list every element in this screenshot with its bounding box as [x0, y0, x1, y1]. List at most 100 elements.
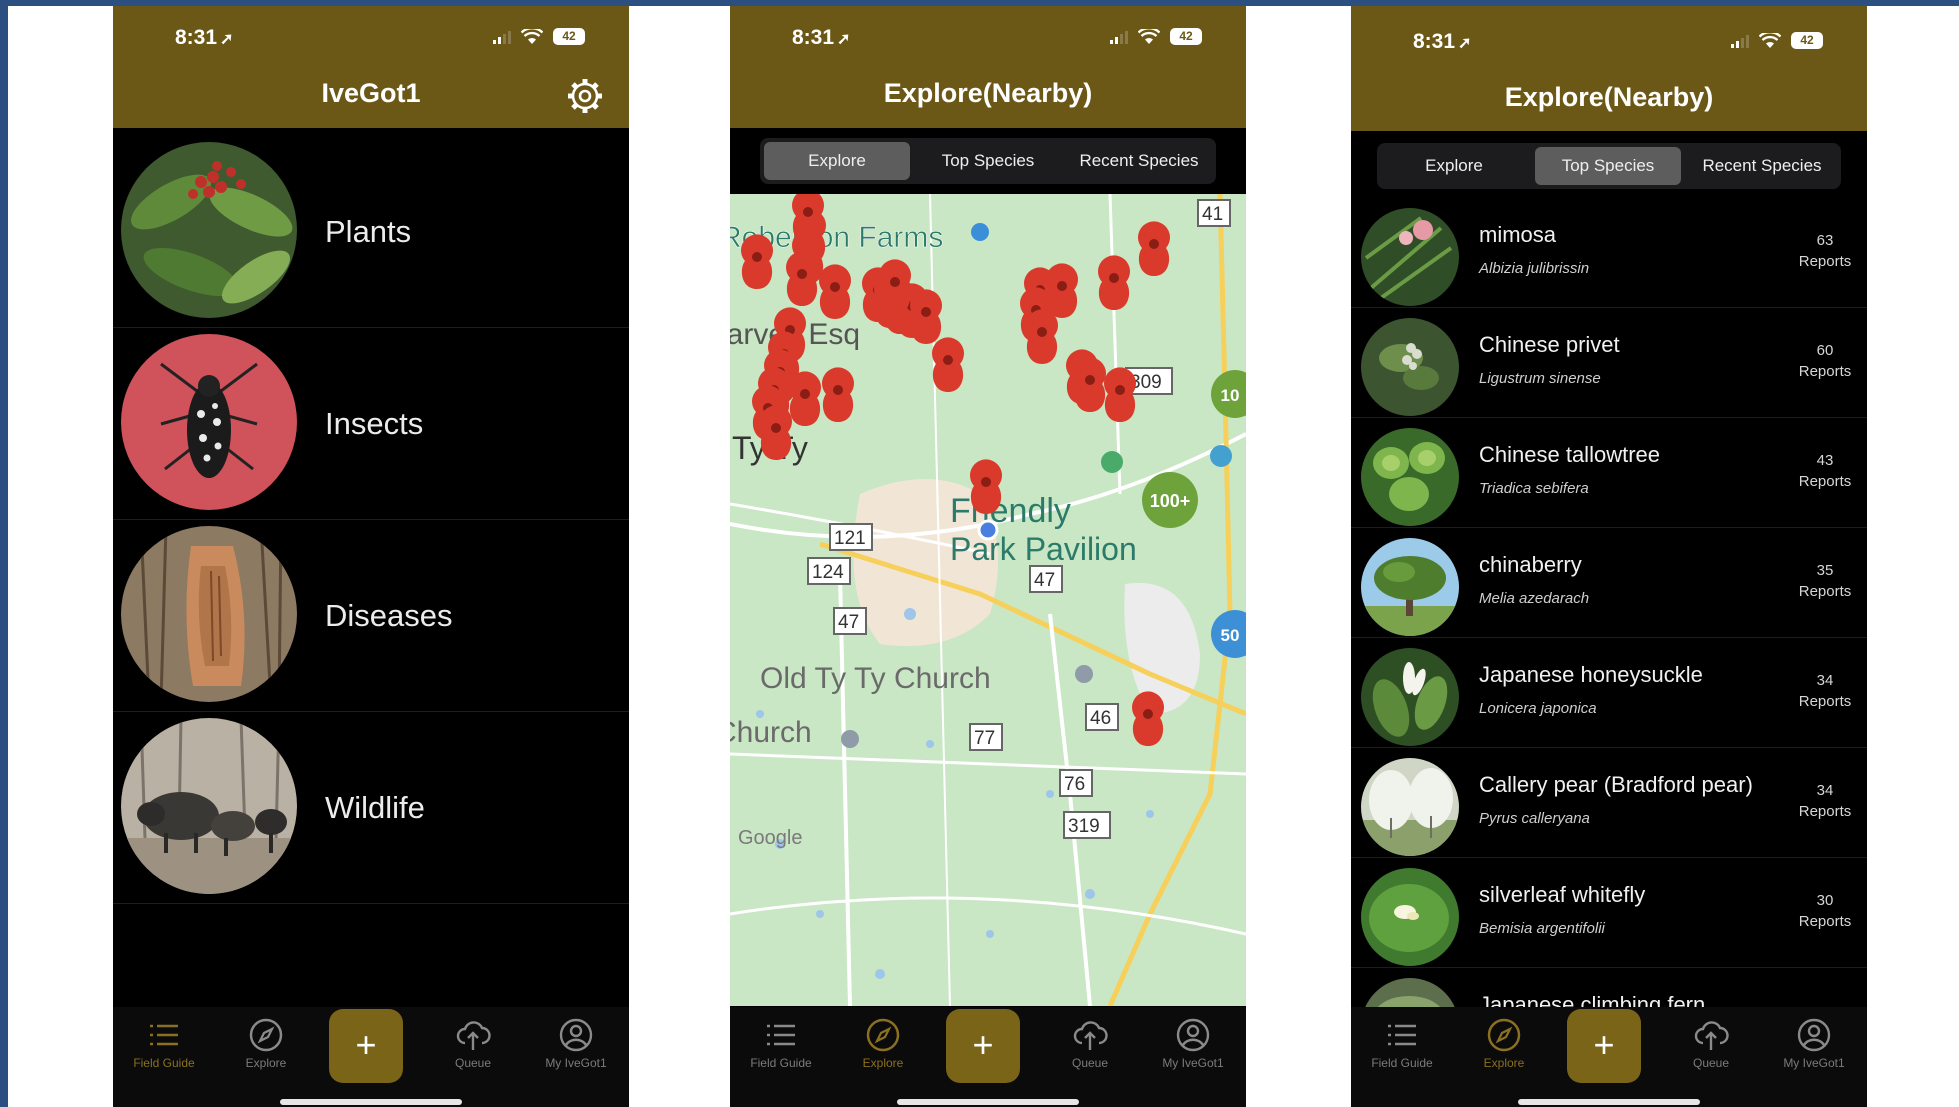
tab-explore[interactable]: Explore	[221, 1017, 311, 1070]
header: 8:31 ➚ 42 Explore(Nearby)	[1351, 6, 1867, 131]
compass-icon	[866, 1018, 900, 1052]
species-row[interactable]: Chinese privet Ligustrum sinense 60 Repor…	[1351, 308, 1867, 418]
wifi-icon	[1759, 32, 1781, 48]
species-scientific-name: Lonicera japonica	[1479, 700, 1597, 717]
home-indicator	[897, 1099, 1079, 1105]
svg-text:124: 124	[812, 562, 844, 583]
species-scientific-name: Ligustrum sinense	[1479, 370, 1601, 387]
species-photo	[1361, 868, 1459, 966]
report-count: 34 Reports	[1798, 672, 1852, 710]
add-report-button[interactable]: +	[946, 1009, 1020, 1083]
report-count: 34 Reports	[1798, 782, 1852, 820]
segment-explore[interactable]: Explore	[764, 142, 910, 180]
species-row[interactable]: Callery pear (Bradford pear) Pyrus calle…	[1351, 748, 1867, 858]
category-label: Insects	[325, 406, 424, 441]
svg-text:319: 319	[1068, 816, 1100, 837]
segment-explore[interactable]: Explore	[1381, 147, 1527, 185]
tab-queue[interactable]: Queue	[428, 1017, 518, 1070]
list-icon	[1388, 1024, 1416, 1046]
svg-text:46: 46	[1090, 708, 1111, 729]
user-circle-icon	[1797, 1018, 1831, 1052]
frame-left	[0, 0, 8, 1107]
tab-field-guide[interactable]: Field Guide	[119, 1017, 209, 1070]
tab-my-ivegot1[interactable]: My IveGot1	[1769, 1017, 1859, 1070]
insects-photo	[121, 334, 297, 510]
species-row[interactable]: chinaberry Melia azedarach 35 Reports	[1351, 528, 1867, 638]
species-name: Chinese tallowtree	[1479, 442, 1660, 467]
battery-icon: 42	[553, 28, 585, 45]
species-scientific-name: Bemisia argentifolii	[1479, 920, 1605, 937]
species-scientific-name: Albizia julibrissin	[1479, 260, 1590, 277]
species-name: Chinese privet	[1479, 332, 1620, 357]
add-report-button[interactable]: +	[1567, 1009, 1641, 1083]
species-row[interactable]: Japanese honeysuckle Lonicera japonica 3…	[1351, 638, 1867, 748]
tab-queue[interactable]: Queue	[1666, 1017, 1756, 1070]
list-icon	[767, 1024, 795, 1046]
tab-bar: Field Guide Explore + Queue My IveGot1	[113, 1007, 629, 1107]
report-count: 63 Reports	[1798, 232, 1852, 270]
species-photo	[1361, 758, 1459, 856]
svg-text:47: 47	[1034, 570, 1055, 591]
cloud-upload-icon	[1694, 1021, 1729, 1050]
add-report-button[interactable]: +	[329, 1009, 403, 1083]
user-circle-icon	[559, 1018, 593, 1052]
google-logo: Google	[738, 827, 803, 849]
battery-icon: 42	[1791, 32, 1823, 49]
cloud-upload-icon	[456, 1021, 491, 1050]
compass-icon	[1487, 1018, 1521, 1052]
svg-text:50: 50	[1221, 626, 1240, 645]
species-name: mimosa	[1479, 222, 1557, 247]
map-view[interactable]: Roberson Farms Harvey Esq Ty Ty Friendly…	[730, 194, 1246, 1006]
tab-explore[interactable]: Explore	[838, 1017, 928, 1070]
tab-field-guide[interactable]: Field Guide	[736, 1017, 826, 1070]
battery-icon: 42	[1170, 28, 1202, 45]
species-scientific-name: Melia azedarach	[1479, 590, 1590, 607]
species-name: Callery pear (Bradford pear)	[1479, 772, 1753, 797]
status-time: 8:31 ➚	[175, 26, 234, 49]
gear-icon[interactable]	[565, 76, 605, 116]
segment-recent-species[interactable]: Recent Species	[1066, 142, 1212, 180]
segmented-control: Explore Top Species Recent Species	[1377, 143, 1841, 189]
svg-text:121: 121	[834, 528, 866, 549]
svg-text:47: 47	[838, 612, 859, 633]
wifi-icon	[1138, 28, 1160, 44]
phone-explore-map: 8:31 ➚ 42 Explore(Nearby) Explore Top Spe…	[730, 6, 1246, 1107]
tab-explore[interactable]: Explore	[1459, 1017, 1549, 1070]
wifi-icon	[521, 28, 543, 44]
tab-bar: Field Guide Explore + Queue My IveGot1	[730, 1007, 1246, 1107]
list-icon	[150, 1024, 178, 1046]
species-name: Japanese honeysuckle	[1479, 662, 1703, 687]
category-label: Diseases	[325, 598, 453, 633]
tab-field-guide[interactable]: Field Guide	[1357, 1017, 1447, 1070]
svg-text:100+: 100+	[1150, 491, 1191, 511]
map-label-church2: Church	[730, 716, 812, 749]
category-wildlife[interactable]: Wildlife	[113, 712, 629, 904]
species-scientific-name: Pyrus calleryana	[1479, 810, 1590, 827]
home-indicator	[280, 1099, 462, 1105]
tab-my-ivegot1[interactable]: My IveGot1	[1148, 1017, 1238, 1070]
segment-recent-species[interactable]: Recent Species	[1689, 147, 1835, 185]
category-insects[interactable]: Insects	[113, 328, 629, 520]
signal-icon	[1731, 34, 1749, 48]
status-time: 8:31 ➚	[792, 26, 851, 49]
page-title: Explore(Nearby)	[1504, 82, 1714, 112]
species-row[interactable]: mimosa Albizia julibrissin 63 Reports	[1351, 198, 1867, 308]
map-label-church: Old Ty Ty Church	[760, 662, 991, 695]
segment-top-species[interactable]: Top Species	[915, 142, 1061, 180]
category-diseases[interactable]: Diseases	[113, 520, 629, 712]
page-title: IveGot1	[321, 78, 421, 108]
compass-icon	[249, 1018, 283, 1052]
svg-text:76: 76	[1064, 774, 1085, 795]
category-plants[interactable]: Plants	[113, 136, 629, 328]
diseases-photo	[121, 526, 297, 702]
status-icons: 42	[493, 28, 585, 45]
species-row[interactable]: Chinese tallowtree Triadica sebifera 43 R…	[1351, 418, 1867, 528]
plants-photo	[121, 142, 297, 318]
segmented-control: Explore Top Species Recent Species	[760, 138, 1216, 184]
species-row[interactable]: silverleaf whitefly Bemisia argentifolii…	[1351, 858, 1867, 968]
segment-top-species[interactable]: Top Species	[1535, 147, 1681, 185]
tab-queue[interactable]: Queue	[1045, 1017, 1135, 1070]
tab-my-ivegot1[interactable]: My IveGot1	[531, 1017, 621, 1070]
tab-bar: Field Guide Explore + Queue My IveGot1	[1351, 1007, 1867, 1107]
species-name: silverleaf whitefly	[1479, 882, 1646, 907]
